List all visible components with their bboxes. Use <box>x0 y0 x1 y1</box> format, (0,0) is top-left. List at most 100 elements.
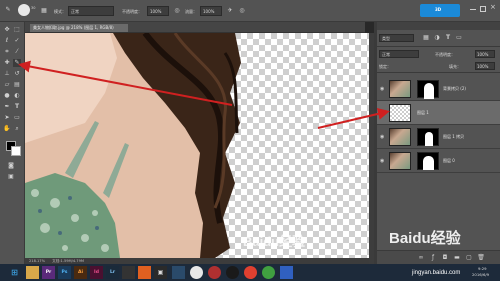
app-icon-8[interactable]: ▣ <box>154 266 167 279</box>
brush-size-preview[interactable] <box>18 4 30 16</box>
panel-header <box>377 22 500 30</box>
app-icon-14[interactable] <box>262 266 275 279</box>
mode-label: 模式： <box>54 9 66 14</box>
windows-start-icon[interactable]: ⊞ <box>8 266 21 279</box>
layer-mask-thumbnail <box>417 80 439 99</box>
opacity-label: 不透明度： <box>122 9 142 14</box>
layer-mask-thumbnail <box>417 152 439 170</box>
app-icon-6[interactable] <box>122 266 135 279</box>
new-group-icon[interactable]: ▬ <box>453 254 461 262</box>
fill-label: 填充： <box>449 64 461 69</box>
eye-icon[interactable]: ◉ <box>380 86 384 92</box>
file-explorer-icon[interactable] <box>26 266 39 279</box>
options-bar: ✎ 30 ▦ 模式： 正常 不透明度： 100% ◎ 流量： 100% ✈ ◎ … <box>0 0 500 22</box>
filter-adjust-icon[interactable]: ◑ <box>433 34 441 42</box>
clock-time[interactable]: 9:29 <box>478 266 487 271</box>
eyedropper-icon[interactable]: ⁄ <box>13 48 21 56</box>
shape-icon[interactable]: ▭ <box>13 114 21 122</box>
cloud-badge[interactable]: 3D <box>420 4 460 17</box>
brush-tool-preset-icon[interactable]: ✎ <box>3 6 13 16</box>
path-select-icon[interactable]: ➤ <box>3 114 11 122</box>
illustrator-icon[interactable]: Ai <box>74 266 87 279</box>
screen-mode-icon[interactable]: ▣ <box>7 173 15 181</box>
layer-kind-filter[interactable]: 类型 <box>379 34 414 42</box>
document-tab[interactable]: 美女人物扣取.jpg @ 218% (图层 1, RGB/8) <box>30 24 128 32</box>
flow-label: 流量： <box>185 9 197 14</box>
qq-icon[interactable] <box>226 266 239 279</box>
eye-icon[interactable]: ◉ <box>380 110 384 116</box>
quick-mask-icon[interactable]: ◙ <box>7 162 15 170</box>
link-layers-icon[interactable]: ∞ <box>417 254 425 262</box>
opacity-field[interactable]: 100% <box>147 6 169 16</box>
gradient-icon[interactable]: ▤ <box>13 81 21 89</box>
brush-panel-icon[interactable]: ▦ <box>40 7 48 15</box>
app-icon-15[interactable] <box>280 266 293 279</box>
move-icon[interactable]: ✥ <box>3 26 11 34</box>
lasso-icon[interactable]: ℓ <box>3 37 11 45</box>
eye-icon[interactable]: ◉ <box>380 134 384 140</box>
pen-icon[interactable]: ✒ <box>3 103 11 111</box>
dodge-icon[interactable]: ◐ <box>13 92 21 100</box>
app-icon-9[interactable] <box>172 266 185 279</box>
fx-icon[interactable]: ƒ <box>429 254 437 262</box>
layers-panel: 类型 ▦ ◑ T ▭ 正常 不透明度： 100% 锁定： 填充： 100% ◉ … <box>377 22 500 264</box>
airbrush-icon[interactable]: ✈ <box>226 7 234 15</box>
flow-field[interactable]: 100% <box>200 6 222 16</box>
fill-field[interactable]: 100% <box>475 62 495 70</box>
zoom-level: 218.17% <box>29 259 45 263</box>
eye-icon[interactable]: ◉ <box>380 158 384 164</box>
eraser-icon[interactable]: ▱ <box>3 81 11 89</box>
watermark-url: jingyan.baidu.com <box>412 270 461 276</box>
layer-row[interactable]: ◉ 图层 1 拷贝 <box>377 125 500 149</box>
baidu-watermark-logo: Baidu经验 <box>389 230 461 247</box>
layer-mask-thumbnail <box>417 128 439 146</box>
crop-icon[interactable]: ⌗ <box>3 48 11 56</box>
blur-icon[interactable]: ● <box>3 92 11 100</box>
chrome-icon[interactable] <box>244 266 257 279</box>
add-mask-icon[interactable]: ◘ <box>441 254 449 262</box>
layer-thumbnail <box>389 128 411 146</box>
type-icon[interactable]: T <box>13 103 21 111</box>
new-layer-icon[interactable]: ▢ <box>465 254 473 262</box>
app-icon-11[interactable] <box>208 266 221 279</box>
indesign-icon[interactable]: Id <box>90 266 103 279</box>
brush-size-value: 30 <box>31 6 36 10</box>
layer-row[interactable]: ◉ 图层 0 <box>377 149 500 173</box>
pressure-size-icon[interactable]: ◎ <box>238 7 246 15</box>
minimize-button[interactable] <box>470 9 476 10</box>
brush-icon[interactable]: ✎ <box>13 59 21 67</box>
layer-thumbnail <box>389 152 411 170</box>
layer-thumbnail <box>389 80 411 98</box>
hand-icon[interactable]: ✋ <box>3 125 11 133</box>
stamp-icon[interactable]: ⊥ <box>3 70 11 78</box>
healing-icon[interactable]: ✚ <box>3 59 11 67</box>
app-icon-10[interactable] <box>190 266 203 279</box>
layer-row[interactable]: ◉ 背景拷贝 (2) <box>377 77 500 101</box>
layer-row-selected[interactable]: ◉ 图层 1 <box>377 101 500 125</box>
app-icon-7[interactable] <box>138 266 151 279</box>
pressure-opacity-icon[interactable]: ◎ <box>173 7 181 15</box>
canvas[interactable]: Baidu经验 <box>25 33 369 258</box>
tools-panel: ✥ ⬚ ℓ ✓ ⌗ ⁄ ✚ ✎ ⊥ ↺ ▱ ▤ ● ◐ ✒ T ➤ ▭ ✋ ⌕ … <box>0 22 25 264</box>
background-color-swatch[interactable] <box>11 146 21 156</box>
filter-pixel-icon[interactable]: ▦ <box>422 34 430 42</box>
filter-shape-icon[interactable]: ▭ <box>455 34 463 42</box>
clock-date[interactable]: 2016/6/9 <box>472 272 489 277</box>
taskbar: ⊞ Pr Ps Ai Id Lr ▣ jingyan.baidu.com 9:2… <box>0 264 500 281</box>
layer-thumbnail <box>389 104 411 122</box>
zoom-icon[interactable]: ⌕ <box>13 125 21 133</box>
layer-opacity-field[interactable]: 100% <box>475 50 495 58</box>
quick-select-icon[interactable]: ✓ <box>13 37 21 45</box>
lightroom-icon[interactable]: Lr <box>106 266 119 279</box>
baidu-watermark: Baidu经验 <box>243 234 306 249</box>
close-button[interactable]: × <box>490 3 496 11</box>
filter-type-icon[interactable]: T <box>444 34 452 42</box>
marquee-icon[interactable]: ⬚ <box>13 26 21 34</box>
premiere-icon[interactable]: Pr <box>42 266 55 279</box>
mode-select[interactable]: 正常 <box>68 6 114 16</box>
maximize-button[interactable] <box>480 6 486 12</box>
history-brush-icon[interactable]: ↺ <box>13 70 21 78</box>
photoshop-icon[interactable]: Ps <box>58 266 71 279</box>
blend-mode-select[interactable]: 正常 <box>379 50 419 58</box>
trash-icon[interactable]: 🗑 <box>477 254 485 262</box>
